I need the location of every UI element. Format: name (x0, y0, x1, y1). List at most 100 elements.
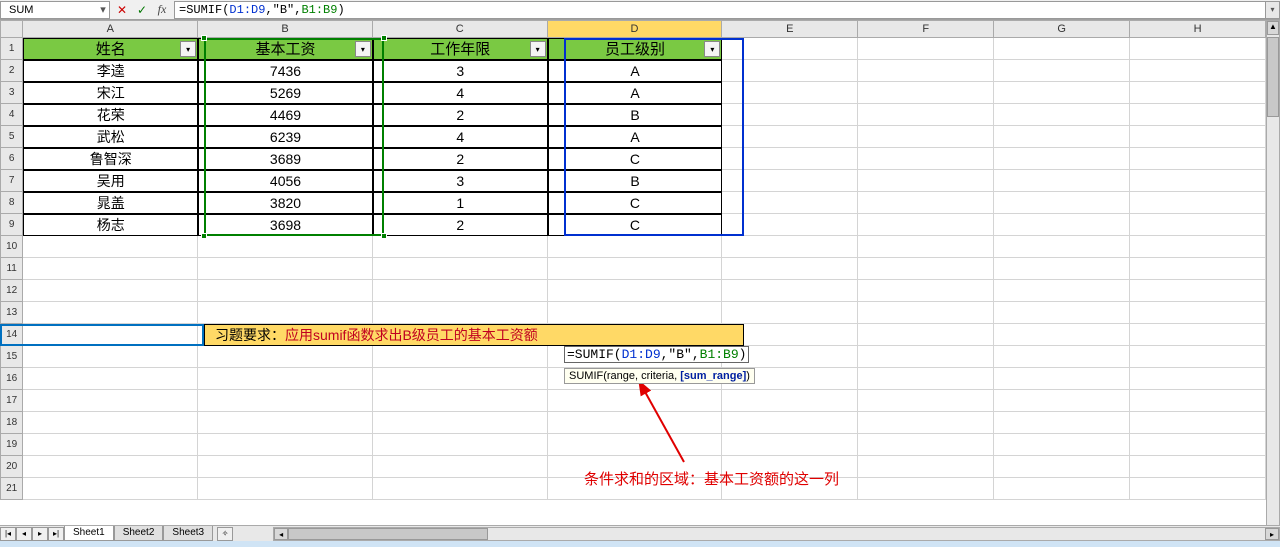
cell[interactable] (722, 412, 858, 434)
cell[interactable] (858, 302, 994, 324)
row-header[interactable]: 7 (0, 170, 23, 192)
cell[interactable]: 4056 (198, 170, 373, 192)
cell[interactable] (858, 324, 994, 346)
sheet-tab-sheet1[interactable]: Sheet1 (64, 526, 114, 541)
cell[interactable] (858, 456, 994, 478)
cell[interactable]: 6239 (198, 126, 373, 148)
cell[interactable]: 4469 (198, 104, 373, 126)
cell[interactable] (994, 38, 1130, 60)
cell[interactable] (994, 368, 1130, 390)
cell[interactable]: 2 (373, 148, 548, 170)
cell[interactable]: 4 (373, 82, 548, 104)
cell[interactable] (994, 390, 1130, 412)
cell[interactable] (858, 258, 994, 280)
cell[interactable] (994, 214, 1130, 236)
scroll-left-icon[interactable]: ◂ (274, 528, 288, 540)
cell[interactable] (722, 434, 858, 456)
cell[interactable] (1130, 324, 1266, 346)
cell[interactable]: 3820 (198, 192, 373, 214)
row-header[interactable]: 3 (0, 82, 23, 104)
row-header[interactable]: 10 (0, 236, 23, 258)
cell[interactable]: 花荣 (23, 104, 198, 126)
cell[interactable] (722, 214, 858, 236)
cell[interactable] (198, 302, 373, 324)
cell[interactable] (994, 82, 1130, 104)
cell[interactable] (548, 412, 723, 434)
cell[interactable] (1130, 214, 1266, 236)
cell[interactable] (373, 434, 548, 456)
scroll-up-icon[interactable]: ▲ (1267, 21, 1279, 35)
cell[interactable] (1130, 478, 1266, 500)
cell[interactable] (858, 38, 994, 60)
fx-icon[interactable]: fx (154, 2, 170, 18)
cell[interactable]: B (548, 104, 723, 126)
cell[interactable] (373, 346, 548, 368)
cell[interactable]: A (548, 126, 723, 148)
cell[interactable]: 5269 (198, 82, 373, 104)
filter-dropdown-icon[interactable]: ▾ (704, 41, 720, 57)
cell[interactable] (858, 104, 994, 126)
cell[interactable]: 李逵 (23, 60, 198, 82)
cell[interactable] (548, 280, 723, 302)
cell[interactable] (23, 324, 198, 346)
hscroll-thumb[interactable] (288, 528, 488, 540)
cell[interactable] (858, 126, 994, 148)
cell[interactable] (994, 302, 1130, 324)
cell[interactable]: 宋江 (23, 82, 198, 104)
new-sheet-icon[interactable]: ✧ (217, 527, 233, 541)
row-header[interactable]: 2 (0, 60, 23, 82)
cell[interactable]: 4 (373, 126, 548, 148)
filter-dropdown-icon[interactable]: ▾ (180, 41, 196, 57)
sheet-nav-prev-icon[interactable]: ◂ (16, 527, 32, 541)
cell[interactable] (1130, 434, 1266, 456)
cell[interactable] (722, 302, 858, 324)
column-header-A[interactable]: A (23, 20, 198, 38)
column-header-D[interactable]: D (548, 20, 723, 38)
cell[interactable] (858, 390, 994, 412)
cell[interactable] (994, 478, 1130, 500)
filter-dropdown-icon[interactable]: ▾ (530, 41, 546, 57)
cell[interactable] (994, 60, 1130, 82)
cell[interactable] (198, 368, 373, 390)
cell[interactable] (1130, 390, 1266, 412)
cell[interactable] (198, 390, 373, 412)
cell[interactable] (994, 412, 1130, 434)
cell[interactable] (1130, 280, 1266, 302)
cell[interactable] (994, 126, 1130, 148)
cell[interactable] (198, 258, 373, 280)
cell[interactable] (994, 236, 1130, 258)
sheet-tab-sheet3[interactable]: Sheet3 (163, 526, 213, 541)
cell[interactable] (722, 38, 858, 60)
scroll-right-icon[interactable]: ▸ (1265, 528, 1279, 540)
cell[interactable] (722, 148, 858, 170)
cell[interactable] (373, 258, 548, 280)
column-header-B[interactable]: B (198, 20, 373, 38)
filter-dropdown-icon[interactable]: ▾ (355, 41, 371, 57)
row-header[interactable]: 14 (0, 324, 23, 346)
cell[interactable] (858, 60, 994, 82)
cell[interactable] (373, 390, 548, 412)
cell[interactable] (23, 412, 198, 434)
cell[interactable]: 2 (373, 214, 548, 236)
row-header[interactable]: 1 (0, 38, 23, 60)
cell[interactable] (1130, 302, 1266, 324)
cell[interactable]: 员工级别▾ (548, 38, 723, 60)
cell[interactable] (1130, 60, 1266, 82)
row-header[interactable]: 6 (0, 148, 23, 170)
cell[interactable]: 7436 (198, 60, 373, 82)
cell[interactable] (1130, 236, 1266, 258)
cell[interactable] (858, 280, 994, 302)
row-header[interactable]: 13 (0, 302, 23, 324)
cell[interactable] (722, 60, 858, 82)
cell[interactable]: 3689 (198, 148, 373, 170)
sheet-nav-next-icon[interactable]: ▸ (32, 527, 48, 541)
cell[interactable] (722, 236, 858, 258)
cell[interactable]: 武松 (23, 126, 198, 148)
cell[interactable] (1130, 192, 1266, 214)
cell[interactable] (994, 434, 1130, 456)
cell[interactable] (994, 258, 1130, 280)
cell[interactable] (994, 324, 1130, 346)
cell[interactable]: 姓名▾ (23, 38, 198, 60)
column-header-E[interactable]: E (722, 20, 858, 38)
cell[interactable] (1130, 38, 1266, 60)
